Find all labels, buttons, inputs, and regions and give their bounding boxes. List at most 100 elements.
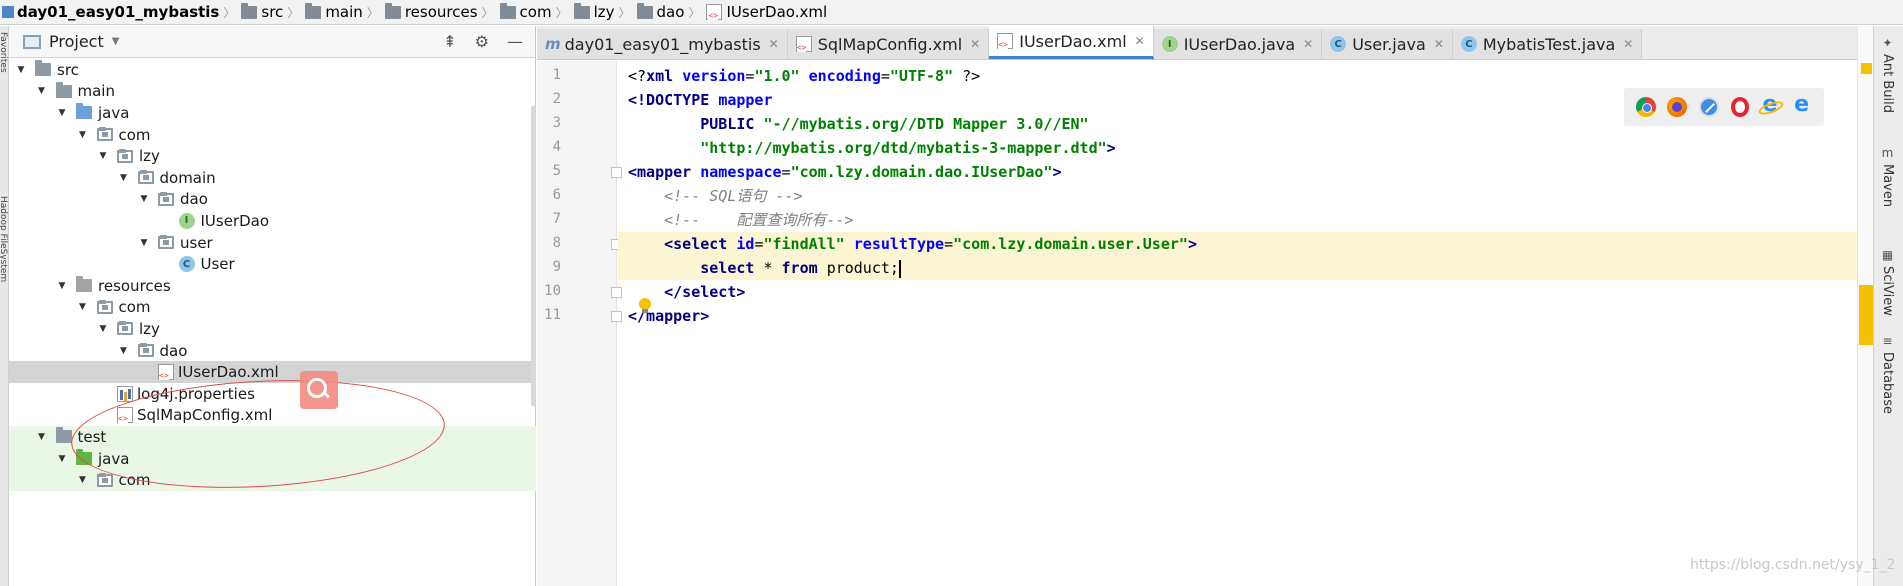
right-tab-label: SciView (1880, 266, 1895, 316)
lightbulb-icon[interactable] (639, 298, 651, 314)
breadcrumb-item[interactable]: resources 〉 (379, 0, 494, 24)
editor-tab[interactable]: IUserDao.xml ✕ (989, 26, 1154, 59)
close-icon[interactable]: ✕ (1303, 37, 1313, 51)
chrome-icon[interactable] (1635, 97, 1656, 117)
editor-tab[interactable]: m day01_easy01_mybastis ✕ (537, 29, 788, 59)
stripe-mark[interactable] (1859, 285, 1873, 345)
code-token: <? (628, 67, 647, 85)
code-line[interactable]: select * from product; (618, 256, 1873, 280)
breadcrumb-item[interactable]: day01_easy01_mybastis 〉 (0, 0, 235, 24)
tree-label: IUserDao.xml (178, 363, 279, 382)
close-icon[interactable]: ✕ (970, 37, 980, 51)
editor-tab[interactable]: I IUserDao.java ✕ (1153, 29, 1323, 59)
breadcrumb-item[interactable]: src 〉 (235, 0, 299, 24)
code-token: <!-- 配置查询所有--> (664, 211, 854, 229)
breadcrumb-item[interactable]: dao 〉 (631, 0, 700, 24)
code-line[interactable]: </mapper> (618, 304, 1873, 328)
code-token: </select> (664, 283, 746, 301)
package-icon (137, 343, 154, 358)
source-folder-icon (76, 103, 92, 120)
tree-row[interactable]: ▼ com (9, 124, 536, 146)
tree-scrollbar[interactable] (531, 106, 536, 406)
left-tab-hadoop[interactable]: Hadoop FileSystem (0, 196, 8, 282)
collapse-icon[interactable]: ⇞ (443, 32, 456, 51)
chevron-down-icon[interactable]: ▼ (54, 281, 70, 291)
project-title[interactable]: Project (49, 32, 104, 51)
opera-icon[interactable] (1730, 97, 1749, 117)
chevron-down-icon[interactable]: ▼ (34, 86, 50, 96)
tree-row[interactable]: ▼ user (9, 232, 536, 254)
close-icon[interactable]: ✕ (769, 37, 779, 51)
code-token: product; (826, 259, 899, 277)
line-number: 6 (552, 187, 561, 203)
chevron-down-icon[interactable]: ▼ (13, 65, 29, 75)
code-line[interactable]: </select> (618, 280, 1873, 304)
chevron-down-icon[interactable]: ▼ (95, 324, 111, 334)
code-token: <mapper (628, 163, 701, 181)
code-token: "http://mybatis.org/dtd/mybatis-3-mapper… (700, 139, 1107, 157)
ie-icon[interactable] (1760, 92, 1780, 117)
chevron-down-icon[interactable]: ▼ (54, 108, 70, 118)
chevron-down-icon[interactable]: ▼ (54, 454, 70, 464)
tree-row[interactable]: ▼IIUserDao (9, 210, 536, 232)
chevron-down-icon[interactable]: ▼ (136, 238, 152, 248)
breadcrumb-item[interactable]: lzy 〉 (568, 0, 631, 24)
tree-row[interactable]: ▼ lzy (9, 145, 536, 167)
chevron-down-icon[interactable]: ▼ (75, 302, 91, 312)
text-cursor (898, 259, 901, 278)
code-token: ?> (953, 67, 981, 85)
chevron-down-icon[interactable]: ▼ (75, 475, 91, 485)
right-tab[interactable]: m Maven (1880, 146, 1895, 207)
tree-row[interactable]: ▼ dao (9, 189, 536, 211)
chevron-down-icon[interactable]: ▼ (116, 173, 132, 183)
editor-tab[interactable]: SqlMapConfig.xml ✕ (787, 29, 990, 59)
chevron-down-icon[interactable]: ▼ (112, 36, 120, 47)
code-token: "1.0" (754, 67, 800, 85)
package-icon (158, 191, 174, 206)
code-area[interactable]: <?xml version="1.0" encoding="UTF-8" ?> <… (618, 61, 1873, 586)
chevron-down-icon[interactable]: ▼ (75, 130, 91, 140)
folder-icon (636, 2, 653, 19)
editor-tab[interactable]: C User.java ✕ (1322, 29, 1453, 59)
tree-row[interactable]: ▼CUser (9, 253, 536, 275)
chevron-down-icon[interactable]: ▼ (34, 432, 50, 442)
code-line[interactable]: <!-- SQL语句 --> (618, 184, 1873, 208)
close-icon[interactable]: ✕ (1434, 37, 1444, 51)
chevron-down-icon[interactable]: ▼ (116, 346, 132, 356)
tree-row[interactable]: ▼ resources (9, 275, 536, 297)
inspection-status-icon[interactable] (1861, 63, 1872, 74)
close-icon[interactable]: ✕ (1135, 34, 1145, 48)
folder-icon (241, 2, 258, 19)
breadcrumb-item[interactable]: IUserDao.xml (700, 0, 827, 24)
breadcrumb-item[interactable]: com 〉 (494, 0, 568, 24)
left-tab-favorites[interactable]: Favorites (0, 32, 8, 73)
right-tab[interactable]: ▦ SciView (1880, 248, 1895, 316)
tree-row[interactable]: ▼ domain (9, 167, 536, 189)
tree-row[interactable]: ▼ java (9, 102, 536, 124)
search-icon[interactable] (300, 371, 338, 409)
minimize-icon[interactable]: — (507, 32, 523, 51)
tree-row[interactable]: ▼ com (9, 297, 536, 319)
edge-icon[interactable] (1792, 92, 1812, 117)
editor-tab[interactable]: C MybatisTest.java ✕ (1452, 29, 1643, 59)
package-icon (96, 299, 113, 314)
tree-row[interactable]: ▼ dao (9, 340, 536, 362)
code-line[interactable]: "http://mybatis.org/dtd/mybatis-3-mapper… (618, 136, 1873, 160)
breadcrumb-item[interactable]: main 〉 (299, 0, 379, 24)
tree-row[interactable]: ▼ src (9, 59, 536, 81)
chevron-down-icon[interactable]: ▼ (136, 194, 152, 204)
code-line[interactable]: <mapper namespace="com.lzy.domain.dao.IU… (618, 160, 1873, 184)
tree-row[interactable]: ▼ main (9, 81, 536, 103)
right-tab[interactable]: ≡ Database (1880, 334, 1895, 414)
safari-icon[interactable] (1699, 97, 1720, 117)
gear-icon[interactable]: ⚙ (475, 32, 489, 51)
code-line[interactable]: <?xml version="1.0" encoding="UTF-8" ?> (618, 64, 1873, 88)
close-icon[interactable]: ✕ (1623, 37, 1633, 51)
firefox-icon[interactable] (1667, 97, 1688, 117)
code-line[interactable]: <!-- 配置查询所有--> (618, 208, 1873, 232)
code-line[interactable]: <select id="findAll" resultType="com.lzy… (618, 232, 1873, 256)
tree-row[interactable]: ▼ lzy (9, 318, 536, 340)
chevron-down-icon[interactable]: ▼ (95, 151, 111, 161)
right-tab[interactable]: ✦ Ant Build (1880, 36, 1895, 113)
